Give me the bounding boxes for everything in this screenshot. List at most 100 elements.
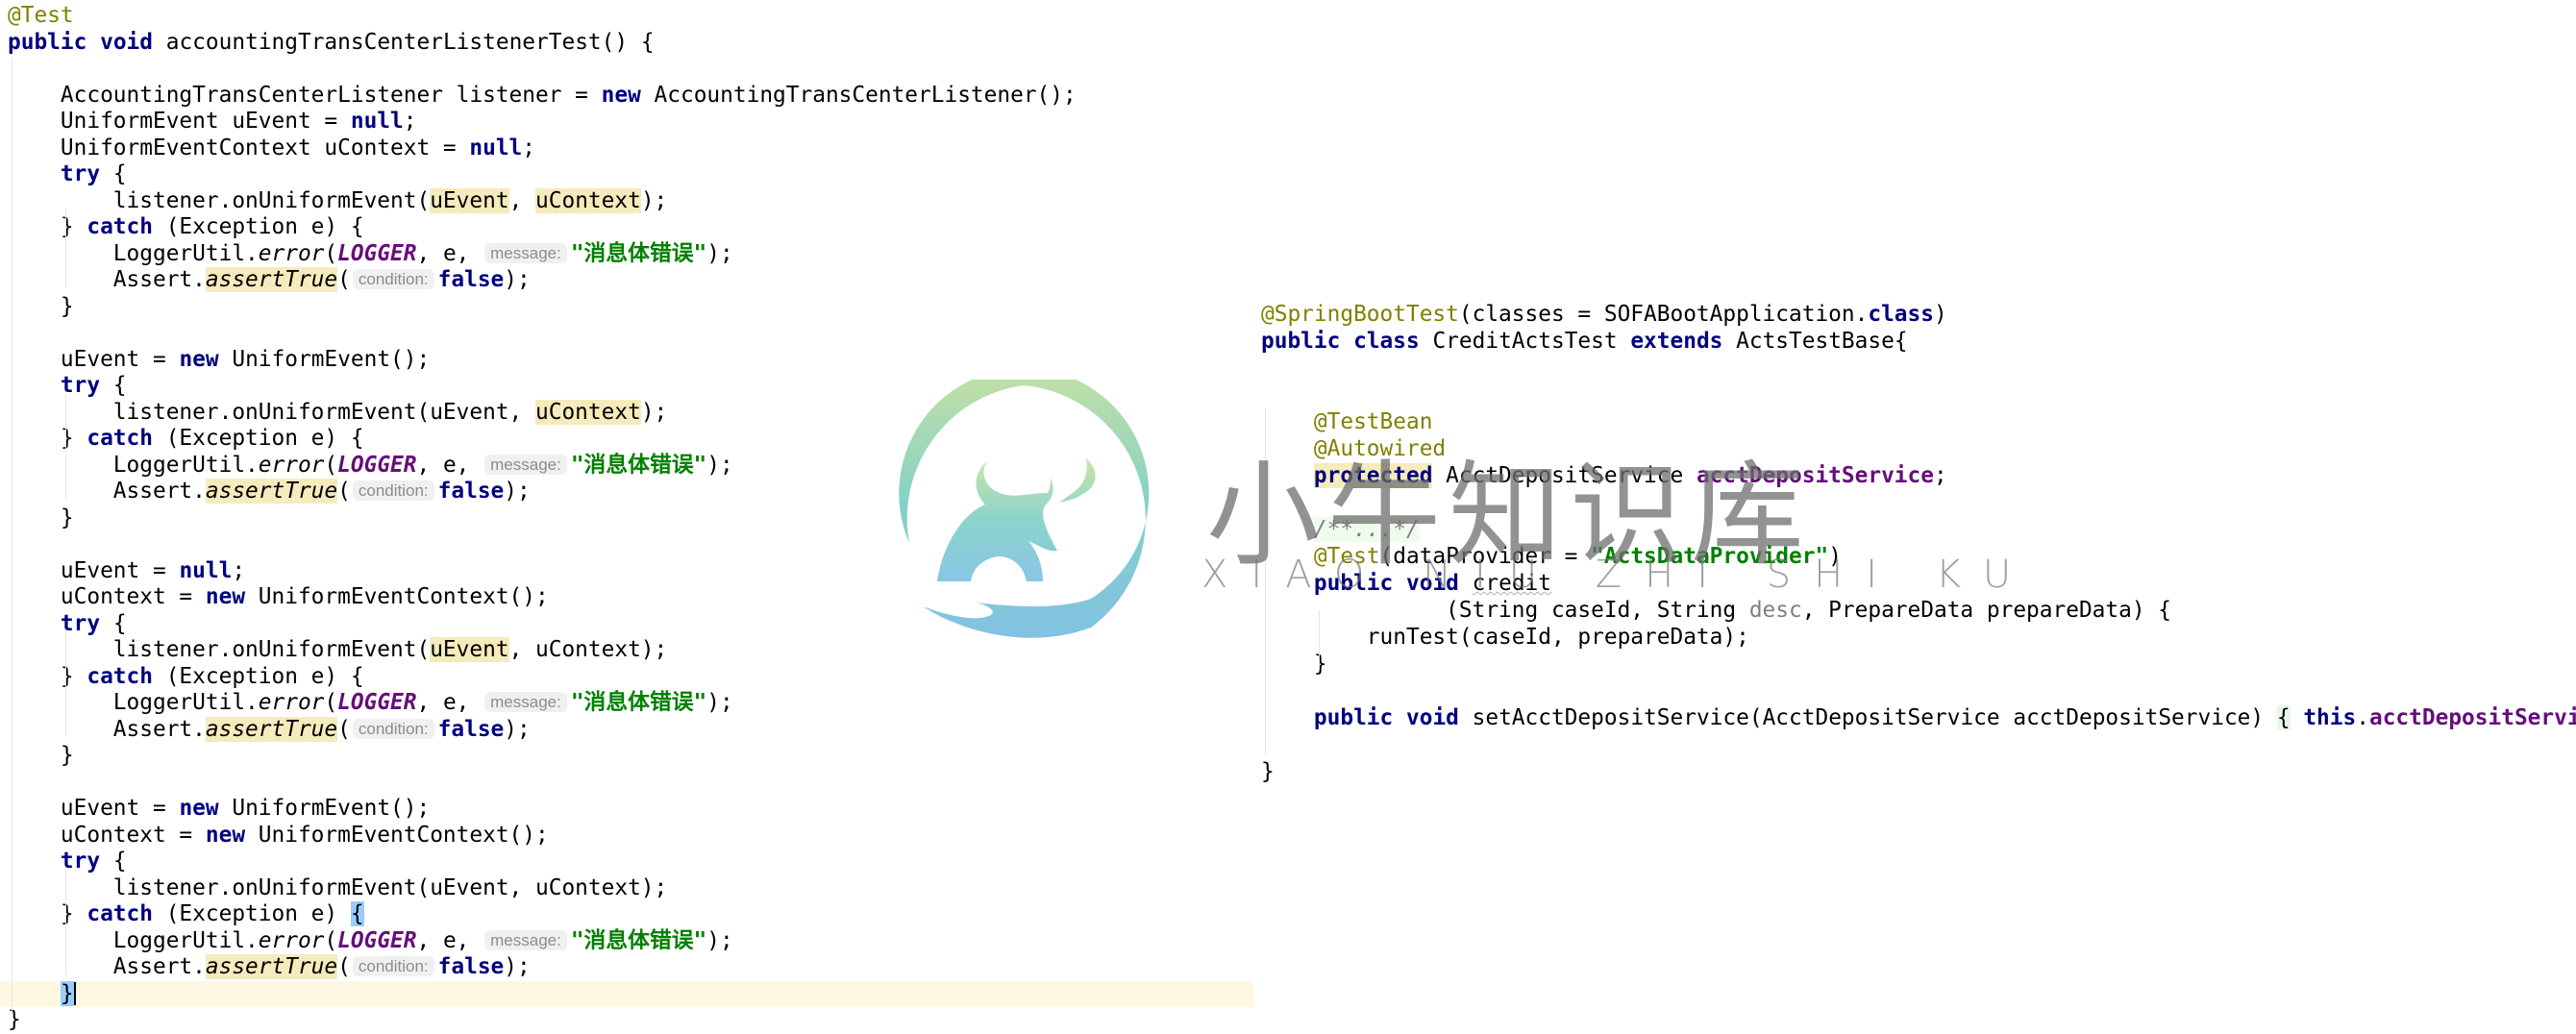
code-line[interactable]: listener.onUniformEvent(uEvent, uContext…	[8, 399, 1253, 427]
code-line[interactable]: } catch (Exception e) {	[8, 214, 1253, 241]
code-line[interactable]: Assert.assertTrue(condition: false);	[8, 954, 1253, 981]
code-line[interactable]	[1261, 731, 2576, 758]
code-line[interactable]: LoggerUtil.error(LOGGER, e, message: "消息体…	[8, 453, 1253, 480]
code-token: (	[337, 267, 351, 292]
code-token: );	[706, 240, 733, 266]
code-line[interactable]: AccountingTransCenterListener listener =…	[8, 83, 1253, 110]
code-token: UniformEvent();	[218, 346, 431, 372]
code-line[interactable]: }	[1261, 758, 2576, 785]
code-line[interactable]: @Test(dataProvider = "ActsDataProvider")	[1261, 543, 2576, 570]
code-token: @Test	[8, 3, 74, 28]
code-line[interactable]: public void credit	[1261, 570, 2576, 597]
right-code-editor[interactable]: @SpringBootTest(classes = SOFABootApplic…	[1261, 301, 2576, 785]
code-token: new	[601, 82, 641, 108]
code-token: uEvent	[430, 187, 509, 213]
code-token: new	[205, 822, 246, 848]
parameter-hint: message:	[484, 454, 567, 475]
code-line[interactable]: listener.onUniformEvent(uEvent, uContext…	[8, 637, 1253, 664]
code-token: "ActsDataProvider"	[1591, 544, 1829, 569]
code-token: (	[324, 240, 338, 266]
code-token: LOGGER	[337, 927, 417, 953]
code-line[interactable]: }	[8, 1007, 1253, 1034]
code-line[interactable]: }	[8, 743, 1253, 770]
code-line[interactable]: @Test	[8, 3, 1253, 30]
code-line[interactable]: }	[0, 980, 1253, 1007]
code-token: LoggerUtil.	[8, 240, 259, 266]
code-token: uContext =	[8, 822, 206, 848]
code-line[interactable]: /**...*/	[1261, 516, 2576, 543]
code-line[interactable]: listener.onUniformEvent(uEvent, uContext…	[8, 187, 1253, 215]
code-line[interactable]: UniformEventContext uContext = null;	[8, 135, 1253, 162]
code-token: (classes = SOFABootApplication.	[1458, 302, 1869, 327]
code-line[interactable]: @TestBean	[1261, 408, 2576, 435]
code-token: LOGGER	[337, 240, 417, 266]
code-line[interactable]: Assert.assertTrue(condition: false);	[8, 267, 1253, 294]
code-token: false	[437, 954, 505, 979]
code-line[interactable]: @SpringBootTest(classes = SOFABootApplic…	[1261, 301, 2576, 328]
code-line[interactable]: LoggerUtil.error(LOGGER, e, message: "消息体…	[8, 690, 1253, 717]
code-line[interactable]	[1261, 677, 2576, 704]
code-line[interactable]: uContext = new UniformEventContext();	[8, 823, 1253, 849]
code-line[interactable]: } catch (Exception e) {	[8, 664, 1253, 691]
code-line[interactable]: uContext = new UniformEventContext();	[8, 584, 1253, 611]
code-line[interactable]: } catch (Exception e) {	[8, 426, 1253, 453]
code-line[interactable]: public void setAcctDepositService(AcctDe…	[1261, 704, 2576, 731]
code-token: try	[60, 610, 101, 636]
indent-guide	[1265, 408, 1266, 754]
code-line[interactable]: uEvent = new UniformEvent();	[8, 796, 1253, 823]
code-token: , e,	[416, 240, 483, 266]
code-line[interactable]: try {	[8, 611, 1253, 638]
code-line[interactable]	[8, 320, 1253, 347]
code-token: .	[2356, 705, 2369, 730]
code-token: );	[504, 267, 531, 292]
code-token: uContext =	[8, 584, 206, 609]
code-token: class	[1868, 302, 1934, 327]
code-token: "消息体错误"	[570, 240, 707, 266]
code-token: catch	[87, 901, 153, 926]
code-line[interactable]: try {	[8, 849, 1253, 875]
code-line[interactable]: LoggerUtil.error(LOGGER, e, message: "消息体…	[8, 241, 1253, 268]
code-token: }	[8, 505, 74, 530]
code-line[interactable]: Assert.assertTrue(condition: false);	[8, 479, 1253, 505]
code-line[interactable]	[8, 770, 1253, 797]
code-line[interactable]: try {	[8, 161, 1253, 188]
code-line[interactable]: try {	[8, 373, 1253, 400]
code-line[interactable]: uEvent = null;	[8, 558, 1253, 585]
code-line[interactable]: Assert.assertTrue(condition: false);	[8, 716, 1253, 744]
code-token: /**...*/	[1313, 517, 1420, 542]
code-line[interactable]: public class CreditActsTest extends Acts…	[1261, 328, 2576, 355]
code-token: (dataProvider =	[1379, 544, 1592, 569]
code-line[interactable]	[1261, 382, 2576, 408]
code-line[interactable]: runTest(caseId, prepareData);	[1261, 624, 2576, 651]
code-line[interactable]	[8, 531, 1253, 558]
code-line[interactable]	[1261, 355, 2576, 382]
code-token: ;	[403, 109, 417, 134]
code-line[interactable]: }	[8, 505, 1253, 532]
code-line[interactable]: @Autowired	[1261, 435, 2576, 462]
code-line[interactable]: protected AcctDepositService acctDeposit…	[1261, 462, 2576, 489]
code-line[interactable]: public void accountingTransCenterListene…	[8, 30, 1253, 57]
code-token: UniformEvent();	[218, 796, 431, 821]
code-token: , e,	[416, 927, 483, 953]
code-token: {	[100, 161, 127, 186]
code-line[interactable]: listener.onUniformEvent(uEvent, uContext…	[8, 875, 1253, 902]
code-line[interactable]: }	[1261, 651, 2576, 677]
code-line[interactable]	[1261, 489, 2576, 516]
code-line[interactable]: }	[8, 294, 1253, 321]
code-token: }	[1261, 652, 1327, 677]
left-code-editor[interactable]: @Test public void accountingTransCenterLi…	[0, 3, 1253, 1034]
code-line[interactable]: uEvent = new UniformEvent();	[8, 347, 1253, 374]
code-line[interactable]	[8, 56, 1253, 83]
code-token: @SpringBootTest	[1261, 302, 1459, 327]
code-line[interactable]: UniformEvent uEvent = null;	[8, 109, 1253, 135]
code-token: acctDepositService	[1696, 463, 1934, 488]
code-line[interactable]: (String caseId, String desc, PrepareData…	[1261, 597, 2576, 624]
code-line[interactable]: LoggerUtil.error(LOGGER, e, message: "消息体…	[8, 928, 1253, 955]
code-token: null	[350, 109, 404, 134]
code-line[interactable]: } catch (Exception e) {	[8, 901, 1253, 928]
code-token: void	[1406, 571, 1459, 596]
code-token: protected	[1313, 463, 1433, 488]
code-token: (	[337, 716, 351, 742]
